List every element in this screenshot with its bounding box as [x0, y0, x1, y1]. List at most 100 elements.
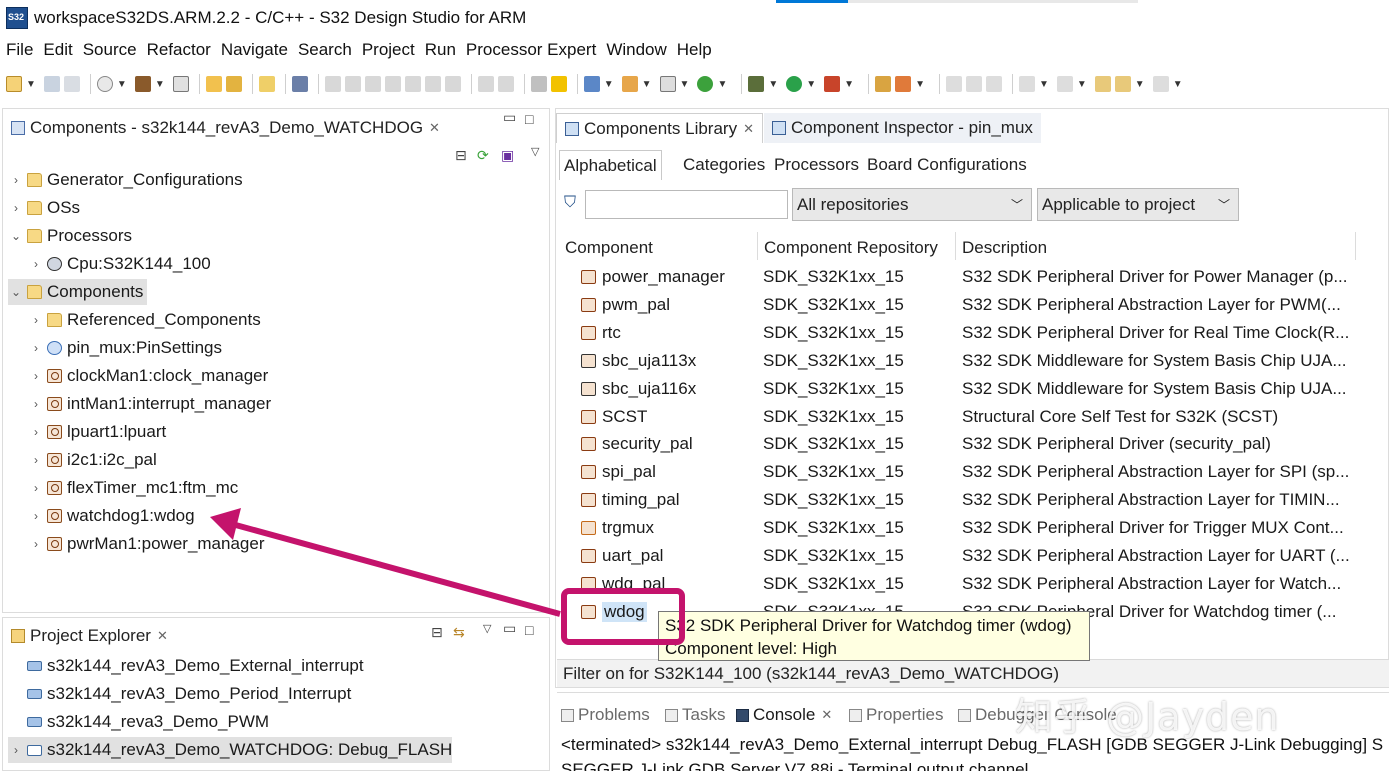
subtab-board-configurations[interactable]: Board Configurations: [863, 150, 1031, 180]
close-icon[interactable]: ✕: [743, 121, 754, 137]
tree-item[interactable]: › Referenced_Components: [28, 307, 261, 333]
project-item[interactable]: s32k144_reva3_Demo_PWM: [8, 709, 269, 735]
subtab-processors[interactable]: Processors: [770, 150, 863, 180]
disconnect-icon[interactable]: [384, 76, 401, 92]
settings-icon[interactable]: [96, 76, 113, 92]
chevron-down-icon[interactable]: ▼: [26, 79, 36, 90]
chevron-down-icon[interactable]: ▼: [806, 79, 816, 90]
external-tools-icon[interactable]: [824, 76, 841, 92]
tree-item[interactable]: › Cpu:S32K144_100: [28, 251, 211, 277]
column-header-component[interactable]: Component: [565, 236, 653, 260]
tree-item[interactable]: › OSs: [8, 195, 80, 221]
chevron-down-icon[interactable]: ▼: [117, 79, 127, 90]
package-icon[interactable]: [621, 76, 638, 92]
library-row[interactable]: sbc_uja116x SDK_S32K1xx_15 S32 SDK Middlew…: [560, 375, 1360, 403]
project-item[interactable]: s32k144_revA3_Demo_Period_Interrupt: [8, 681, 351, 707]
tree-item[interactable]: › lpuart1:lpuart: [28, 419, 166, 445]
close-icon[interactable]: ✕: [821, 707, 832, 723]
back-icon[interactable]: [1114, 76, 1131, 92]
chevron-right-icon[interactable]: ›: [28, 313, 44, 327]
library-row[interactable]: pwm_pal SDK_S32K1xx_15 S32 SDK Peripheral …: [560, 291, 1360, 319]
menu-source[interactable]: Source: [83, 40, 137, 60]
library-row[interactable]: SCST SDK_S32K1xx_15 Structural Core Self T…: [560, 403, 1360, 431]
chevron-right-icon[interactable]: ›: [28, 341, 44, 355]
chevron-right-icon[interactable]: ›: [28, 425, 44, 439]
maximize-icon[interactable]: □: [525, 622, 533, 638]
menu-processor-expert[interactable]: Processor Expert: [466, 40, 596, 60]
project-item[interactable]: s32k144_revA3_Demo_External_interrupt: [8, 653, 364, 679]
open-type-icon[interactable]: [225, 76, 242, 92]
minimize-icon[interactable]: ▭: [503, 109, 516, 126]
tab-project-explorer[interactable]: Project Explorer ✕: [3, 621, 176, 651]
library-row[interactable]: security_pal SDK_S32K1xx_15 S32 SDK Periph…: [560, 430, 1360, 458]
step-over-icon[interactable]: [424, 76, 441, 92]
tree-item[interactable]: ⌄ Processors: [8, 223, 132, 249]
sync-icon[interactable]: ⟳: [477, 147, 489, 164]
menu-edit[interactable]: Edit: [43, 40, 72, 60]
new-class-green-icon[interactable]: [697, 76, 714, 92]
column-header-repository[interactable]: Component Repository: [764, 236, 938, 260]
tree-item[interactable]: › intMan1:interrupt_manager: [28, 391, 271, 417]
resume-icon[interactable]: [324, 76, 341, 92]
chevron-right-icon[interactable]: ›: [28, 509, 44, 523]
chevron-down-icon[interactable]: ▼: [642, 79, 652, 90]
menu-run[interactable]: Run: [425, 40, 456, 60]
tab-components-library[interactable]: Components Library ✕: [556, 113, 763, 143]
menu-help[interactable]: Help: [677, 40, 712, 60]
chevron-down-icon[interactable]: ▼: [915, 79, 925, 90]
column-header-description[interactable]: Description: [962, 236, 1047, 260]
chevron-down-icon[interactable]: ▼: [1135, 79, 1145, 90]
chevron-down-icon[interactable]: ▼: [1077, 79, 1087, 90]
chevron-down-icon[interactable]: ▼: [155, 79, 165, 90]
save-icon[interactable]: [43, 76, 60, 92]
library-row[interactable]: rtc SDK_S32K1xx_15 S32 SDK Peripheral Driv…: [560, 319, 1360, 347]
scope-select[interactable]: Applicable to project ﹀: [1037, 188, 1239, 221]
tree-item[interactable]: › clockMan1:clock_manager: [28, 363, 268, 389]
minimize-icon[interactable]: ▭: [503, 620, 516, 637]
suspend-icon[interactable]: [344, 76, 361, 92]
flash-icon[interactable]: [875, 76, 892, 92]
chevron-down-icon[interactable]: ▼: [844, 79, 854, 90]
save-all-icon[interactable]: [63, 76, 80, 92]
build-hammer-icon[interactable]: [134, 76, 151, 92]
menu-project[interactable]: Project: [362, 40, 415, 60]
menu-file[interactable]: File: [6, 40, 33, 60]
menu-window[interactable]: Window: [606, 40, 666, 60]
chevron-down-icon[interactable]: ▼: [1039, 79, 1049, 90]
tab-tasks[interactable]: Tasks: [665, 703, 725, 727]
chevron-down-icon[interactable]: ⌄: [8, 285, 24, 299]
close-icon[interactable]: ✕: [157, 628, 168, 644]
tree-item[interactable]: › i2c1:i2c_pal: [28, 447, 157, 473]
library-row[interactable]: power_manager SDK_S32K1xx_15 S32 SDK Perip…: [560, 263, 1360, 291]
menu-navigate[interactable]: Navigate: [221, 40, 288, 60]
block-select-icon[interactable]: [965, 76, 982, 92]
step-return-icon[interactable]: [444, 76, 461, 92]
chevron-down-icon[interactable]: ▼: [604, 79, 614, 90]
chevron-right-icon[interactable]: ›: [28, 369, 44, 383]
subtab-categories[interactable]: Categories: [679, 150, 769, 180]
menu-search[interactable]: Search: [298, 40, 352, 60]
collapse-all-icon[interactable]: ⊟: [431, 624, 443, 641]
library-row[interactable]: uart_pal SDK_S32K1xx_15 S32 SDK Peripheral…: [560, 542, 1360, 570]
new-icon[interactable]: [6, 76, 22, 92]
open-folder-icon[interactable]: [258, 76, 275, 92]
chevron-down-icon[interactable]: ▼: [680, 79, 690, 90]
new-file-icon[interactable]: [659, 76, 676, 92]
drop-frame-icon[interactable]: [497, 76, 514, 92]
chevron-right-icon[interactable]: ›: [28, 453, 44, 467]
library-row[interactable]: spi_pal SDK_S32K1xx_15 S32 SDK Peripheral …: [560, 458, 1360, 486]
maximize-icon[interactable]: □: [525, 111, 533, 127]
view-menu-icon[interactable]: ▽: [531, 145, 539, 158]
chevron-down-icon[interactable]: ⌄: [8, 229, 24, 243]
show-whitespace-icon[interactable]: [985, 76, 1002, 92]
step-into-icon[interactable]: [404, 76, 421, 92]
prev-annotation-icon[interactable]: [1056, 76, 1073, 92]
tab-component-inspector[interactable]: Component Inspector - pin_mux: [764, 113, 1041, 143]
tree-item[interactable]: › pwrMan1:power_manager: [28, 531, 265, 557]
tab-components[interactable]: Components - s32k144_revA3_Demo_WATCHDOG…: [3, 113, 448, 143]
subtab-alphabetical[interactable]: Alphabetical: [559, 150, 662, 180]
chevron-down-icon[interactable]: ▼: [1173, 79, 1183, 90]
chevron-right-icon[interactable]: ›: [8, 743, 24, 757]
tree-item[interactable]: ⌄ Components: [8, 279, 148, 305]
tree-item[interactable]: › pin_mux:PinSettings: [28, 335, 222, 361]
